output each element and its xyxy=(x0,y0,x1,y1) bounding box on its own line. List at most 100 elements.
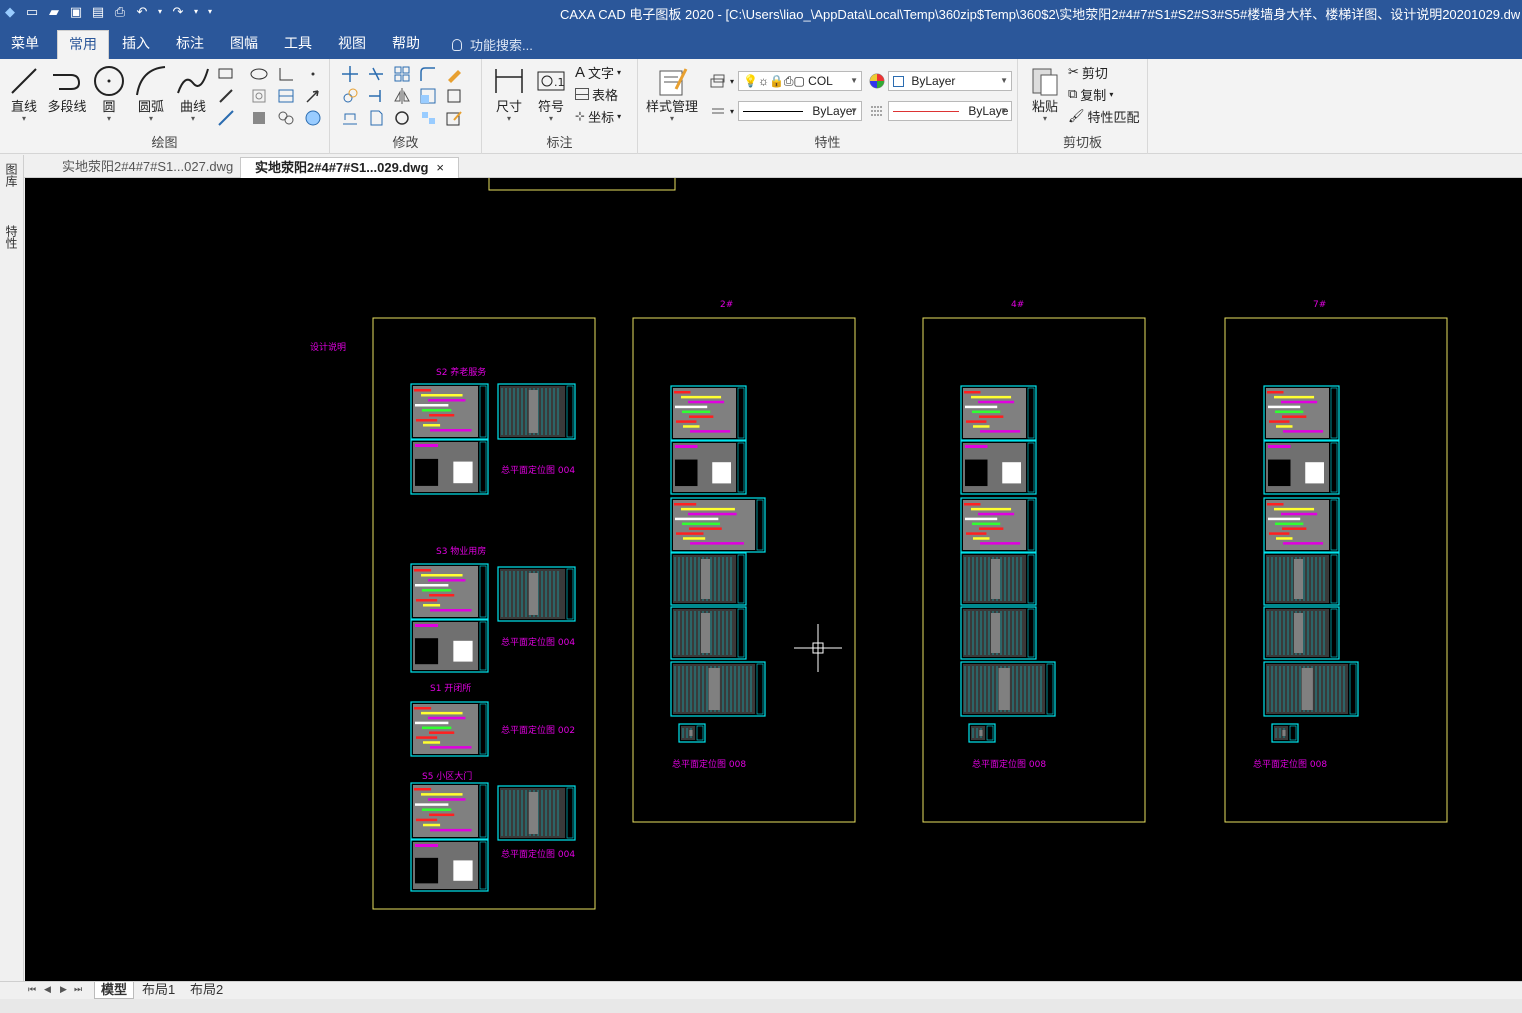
first-layout-icon[interactable]: ⏮ xyxy=(28,984,36,995)
table-button[interactable]: 表格 xyxy=(575,84,618,104)
close-icon[interactable]: × xyxy=(436,160,444,175)
layout-tab-2[interactable]: 布局2 xyxy=(184,982,229,999)
stretch-icon[interactable] xyxy=(444,86,464,106)
new-icon[interactable]: ▭ xyxy=(24,4,40,20)
ellipse-icon[interactable] xyxy=(249,64,269,84)
tab-help[interactable]: 帮助 xyxy=(381,30,431,59)
tab-tools[interactable]: 工具 xyxy=(273,30,323,59)
copy-object-icon[interactable] xyxy=(340,86,360,106)
feature-search[interactable]: 功能搜索... xyxy=(452,35,533,54)
polygon-icon[interactable] xyxy=(249,86,269,106)
explode-icon[interactable] xyxy=(418,108,438,128)
block-icon[interactable] xyxy=(249,108,269,128)
offset-icon[interactable] xyxy=(340,108,360,128)
app-logo-icon[interactable]: ◆ xyxy=(2,4,18,20)
arrow-icon[interactable] xyxy=(303,86,323,106)
move-icon[interactable] xyxy=(340,64,360,84)
copy-button[interactable]: ⧉ 复制 ▾ xyxy=(1068,84,1113,104)
paste-button[interactable]: 粘贴 ▾ xyxy=(1024,63,1066,127)
bldg4-plan1-stripe xyxy=(980,430,1021,433)
paste-icon xyxy=(1032,68,1058,96)
hatch-line-icon[interactable] xyxy=(216,86,236,106)
fillet-icon[interactable] xyxy=(418,64,438,84)
tab-insert[interactable]: 插入 xyxy=(111,30,161,59)
layout-tab-model[interactable]: 模型 xyxy=(94,982,135,999)
last-layout-icon[interactable]: ⏭ xyxy=(74,984,82,995)
linetype-combo[interactable]: ByLayer ▼ xyxy=(738,101,862,121)
rotate-icon[interactable] xyxy=(392,108,412,128)
rectangle-icon[interactable] xyxy=(216,64,236,84)
extend-icon[interactable] xyxy=(366,86,386,106)
polyline-button[interactable]: 多段线 xyxy=(46,63,88,127)
layer-combo[interactable]: 💡☼🔒⎙▢ COL ▼ xyxy=(738,71,862,91)
undo-dropdown-icon[interactable]: ▾ xyxy=(156,4,164,20)
dock-tab-library[interactable]: 图库 xyxy=(4,163,20,187)
redo-dropdown-icon[interactable]: ▾ xyxy=(192,4,200,20)
s2-plan-b-titleblock xyxy=(479,441,487,493)
linetype-scale-dropdown[interactable]: ▾ xyxy=(730,101,734,121)
cut-button[interactable]: ✂ 剪切 xyxy=(1068,62,1108,82)
tab-annotate[interactable]: 标注 xyxy=(165,30,215,59)
wipeout-icon[interactable] xyxy=(303,108,323,128)
layer-manager-icon[interactable] xyxy=(708,71,728,91)
bldg2-plan3-stripe xyxy=(674,503,697,506)
left-dock: 图库 特性 xyxy=(0,155,24,981)
open-icon[interactable]: ▰ xyxy=(46,4,62,20)
tab-common[interactable]: 常用 xyxy=(57,30,109,59)
bldg7-stair3-titleblock xyxy=(1349,663,1357,715)
redo-icon[interactable]: ↷ xyxy=(170,4,186,20)
table-draw-icon[interactable] xyxy=(276,86,296,106)
doc-tab-2[interactable]: 实地荥阳2#4#7#S1...029.dwg × xyxy=(240,157,460,178)
lineweight-combo[interactable]: ByLaye ▼ xyxy=(888,101,1012,121)
mirror-icon[interactable] xyxy=(392,86,412,106)
s2-plan-a-stripe xyxy=(429,414,455,417)
circle-button[interactable]: 圆 ▾ xyxy=(88,63,130,127)
scale-icon[interactable] xyxy=(418,86,438,106)
erase-icon[interactable] xyxy=(444,64,464,84)
layer-state-dropdown[interactable]: ▾ xyxy=(730,71,734,91)
print-icon[interactable]: ⎙ xyxy=(112,4,128,20)
break-icon[interactable] xyxy=(366,108,386,128)
bldg7-plan2-white xyxy=(1305,462,1324,484)
edit-icon[interactable] xyxy=(444,108,464,128)
left-caption-s1: 总平面定位图 002 xyxy=(501,724,575,736)
symbol-button[interactable]: .1 符号 ▾ xyxy=(530,63,572,127)
point-icon[interactable] xyxy=(303,64,323,84)
array-icon[interactable] xyxy=(392,64,412,84)
text-button[interactable]: A 文字 ▾ xyxy=(575,62,621,82)
sheet-label-2: 2# xyxy=(720,300,733,310)
style-manager-button[interactable]: 样式管理 ▾ xyxy=(644,63,700,127)
save-icon[interactable]: ▣ xyxy=(68,4,84,20)
dimension-button[interactable]: 尺寸 ▾ xyxy=(488,63,530,127)
prev-layout-icon[interactable]: ◀ xyxy=(44,984,51,995)
curve-button[interactable]: 曲线 ▾ xyxy=(172,63,214,127)
angle-icon[interactable] xyxy=(276,64,296,84)
next-layout-icon[interactable]: ▶ xyxy=(60,984,67,995)
cloud-icon[interactable] xyxy=(276,108,296,128)
drawing-canvas[interactable]: 设计说明 2# 4# 7# S2 养老服务 总平面定位图 004 S3 物业用房 总平面定位图… xyxy=(25,178,1522,981)
s5-plan-b-titleblock xyxy=(479,841,487,890)
layout-tab-1[interactable]: 布局1 xyxy=(136,982,181,999)
dock-tab-properties[interactable]: 特性 xyxy=(4,225,20,249)
color-combo[interactable]: ByLayer ▼ xyxy=(888,71,1012,91)
tab-view[interactable]: 视图 xyxy=(327,30,377,59)
lineweight-icon[interactable] xyxy=(867,101,887,121)
arc-button[interactable]: 圆弧 ▾ xyxy=(130,63,172,127)
color-wheel-icon[interactable] xyxy=(867,71,887,91)
doc-tab-1-label: 实地荥阳2#4#7#S1...027.dwg xyxy=(62,159,234,174)
tab-sheet[interactable]: 图幅 xyxy=(219,30,269,59)
left-title-s1: S1 开闭所 xyxy=(430,682,471,694)
curve-label: 曲线 xyxy=(179,99,206,114)
bldg2-plan1-stripe xyxy=(688,400,725,404)
customize-icon[interactable]: ▾ xyxy=(206,4,214,20)
construction-line-icon[interactable] xyxy=(216,108,236,128)
save-all-icon[interactable]: ▤ xyxy=(90,4,106,20)
line-button[interactable]: 直线 ▾ xyxy=(3,63,45,127)
tab-menu[interactable]: 菜单 xyxy=(0,30,50,59)
linetype-scale-icon[interactable] xyxy=(708,101,728,121)
trim-icon[interactable] xyxy=(366,64,386,84)
doc-tab-1[interactable]: 实地荥阳2#4#7#S1...027.dwg xyxy=(48,157,247,178)
undo-icon[interactable]: ↶ xyxy=(134,4,150,20)
match-properties-button[interactable]: 🖌 特性匹配 xyxy=(1068,106,1140,126)
coordinate-button[interactable]: ⊹ 坐标 ▾ xyxy=(575,106,621,126)
